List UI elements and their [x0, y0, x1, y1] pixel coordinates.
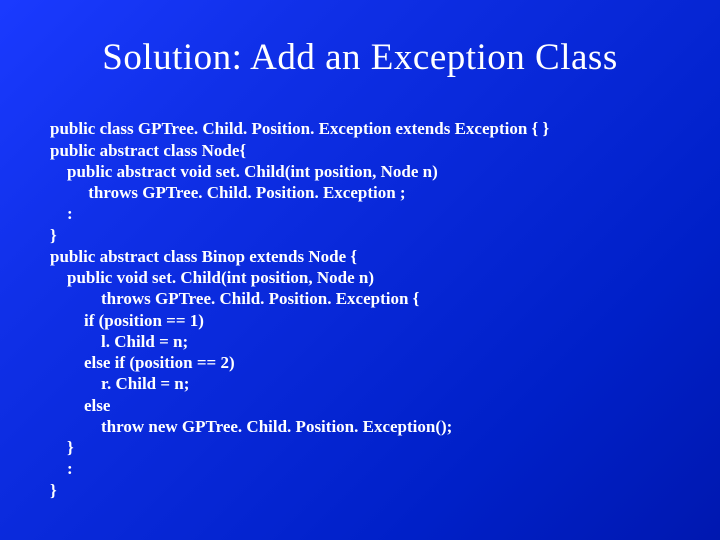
code-line: }: [50, 481, 57, 500]
code-line: throws GPTree. Child. Position. Exceptio…: [50, 289, 419, 308]
code-line: l. Child = n;: [50, 332, 188, 351]
code-line: public abstract class Node{: [50, 141, 246, 160]
code-line: }: [50, 438, 74, 457]
slide: Solution: Add an Exception Class public …: [0, 0, 720, 540]
code-line: }: [50, 226, 57, 245]
code-line: public abstract class Binop extends Node…: [50, 247, 357, 266]
code-line: r. Child = n;: [50, 374, 189, 393]
code-line: public class GPTree. Child. Position. Ex…: [50, 119, 549, 138]
code-line: if (position == 1): [50, 311, 204, 330]
code-block: public class GPTree. Child. Position. Ex…: [0, 97, 720, 522]
code-line: else if (position == 2): [50, 353, 235, 372]
slide-title: Solution: Add an Exception Class: [0, 0, 720, 97]
code-line: :: [50, 459, 73, 478]
code-line: throw new GPTree. Child. Position. Excep…: [50, 417, 452, 436]
code-line: public abstract void set. Child(int posi…: [50, 162, 438, 181]
code-line: throws GPTree. Child. Position. Exceptio…: [50, 183, 406, 202]
code-line: public void set. Child(int position, Nod…: [50, 268, 374, 287]
code-line: else: [50, 396, 110, 415]
code-line: :: [50, 204, 73, 223]
